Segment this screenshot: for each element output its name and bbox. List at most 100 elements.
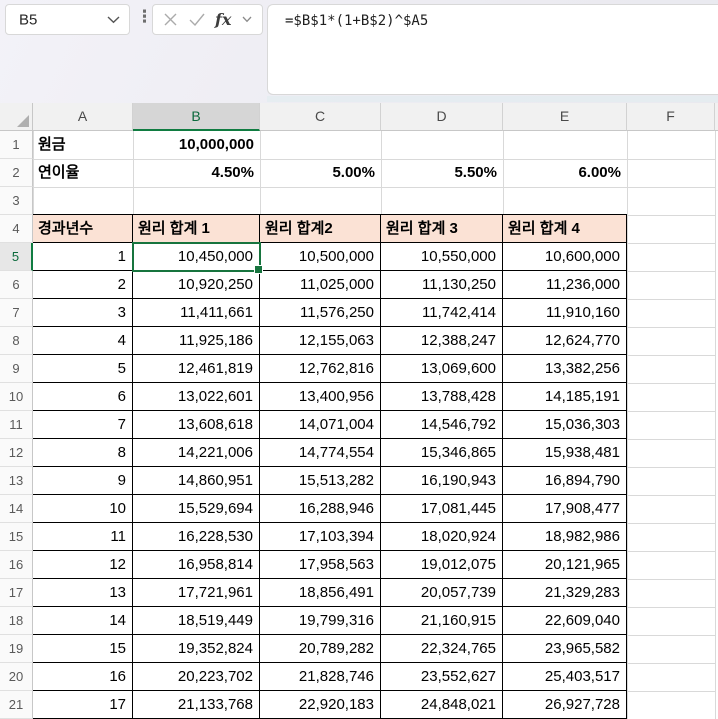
table-cell[interactable]: 24,848,021: [381, 691, 503, 719]
table-cell[interactable]: 16,894,790: [503, 467, 627, 495]
column-header-d[interactable]: D: [381, 103, 503, 131]
column-header-e[interactable]: E: [503, 103, 627, 131]
table-cell[interactable]: 11,925,186: [133, 327, 260, 355]
row-header-10[interactable]: 10: [0, 383, 33, 411]
table-cell[interactable]: 3: [33, 299, 133, 327]
table-cell[interactable]: 20,121,965: [503, 551, 627, 579]
table-cell[interactable]: 11,411,661: [133, 299, 260, 327]
table-cell[interactable]: 10,550,000: [381, 243, 503, 271]
cell-a2[interactable]: 연이율: [33, 159, 133, 187]
table-cell[interactable]: 26,927,728: [503, 691, 627, 719]
table-cell[interactable]: 11,236,000: [503, 271, 627, 299]
table-cell[interactable]: 13,382,256: [503, 355, 627, 383]
formula-bar[interactable]: =$B$1*(1+B$2)^$A5: [267, 4, 718, 95]
cell-b1[interactable]: 10,000,000: [133, 131, 260, 159]
table-header-total-4[interactable]: 원리 합계 4: [503, 215, 627, 243]
table-cell[interactable]: 11,025,000: [260, 271, 381, 299]
table-cell[interactable]: 15,346,865: [381, 439, 503, 467]
row-header-6[interactable]: 6: [0, 271, 33, 299]
row-header-8[interactable]: 8: [0, 327, 33, 355]
table-cell[interactable]: 17,721,961: [133, 579, 260, 607]
table-cell[interactable]: 11,742,414: [381, 299, 503, 327]
table-cell[interactable]: 17,081,445: [381, 495, 503, 523]
row-header-14[interactable]: 14: [0, 495, 33, 523]
table-cell[interactable]: 5: [33, 355, 133, 383]
row-header-5[interactable]: 5: [0, 243, 33, 271]
table-cell[interactable]: 21,329,283: [503, 579, 627, 607]
table-cell[interactable]: 2: [33, 271, 133, 299]
column-header-a[interactable]: A: [33, 103, 133, 131]
table-cell[interactable]: 17: [33, 691, 133, 719]
table-cell[interactable]: 22,609,040: [503, 607, 627, 635]
row-header-12[interactable]: 12: [0, 439, 33, 467]
row-header-15[interactable]: 15: [0, 523, 33, 551]
cell-d2[interactable]: 5.50%: [381, 159, 503, 187]
table-cell[interactable]: 14,071,004: [260, 411, 381, 439]
table-cell[interactable]: 18,982,986: [503, 523, 627, 551]
table-cell[interactable]: 21,828,746: [260, 663, 381, 691]
table-cell[interactable]: 18,856,491: [260, 579, 381, 607]
table-cell[interactable]: 13: [33, 579, 133, 607]
table-cell[interactable]: 13,069,600: [381, 355, 503, 383]
table-cell[interactable]: 19,012,075: [381, 551, 503, 579]
table-cell[interactable]: 13,788,428: [381, 383, 503, 411]
column-header-b[interactable]: B: [133, 103, 260, 131]
column-header-f[interactable]: F: [627, 103, 715, 131]
table-cell[interactable]: 12,762,816: [260, 355, 381, 383]
chevron-down-icon[interactable]: [242, 16, 252, 23]
row-header-19[interactable]: 19: [0, 635, 33, 663]
table-cell[interactable]: 21,133,768: [133, 691, 260, 719]
row-header-4[interactable]: 4: [0, 215, 33, 243]
table-cell[interactable]: 7: [33, 411, 133, 439]
row-header-16[interactable]: 16: [0, 551, 33, 579]
cell-a1[interactable]: 원금: [33, 131, 133, 159]
table-cell[interactable]: 11,910,160: [503, 299, 627, 327]
table-cell[interactable]: 17,908,477: [503, 495, 627, 523]
table-cell[interactable]: 10,500,000: [260, 243, 381, 271]
table-cell[interactable]: 11,576,250: [260, 299, 381, 327]
table-cell[interactable]: 16,228,530: [133, 523, 260, 551]
row-header-17[interactable]: 17: [0, 579, 33, 607]
row-header-3[interactable]: 3: [0, 187, 33, 215]
table-cell[interactable]: 22,920,183: [260, 691, 381, 719]
chevron-down-icon[interactable]: [107, 16, 120, 24]
table-cell[interactable]: 15: [33, 635, 133, 663]
fill-handle[interactable]: [254, 265, 263, 274]
table-cell[interactable]: 12,388,247: [381, 327, 503, 355]
enter-icon[interactable]: [189, 13, 205, 26]
table-cell[interactable]: 12,155,063: [260, 327, 381, 355]
table-header-total-3[interactable]: 원리 합계 3: [381, 215, 503, 243]
table-cell[interactable]: 14: [33, 607, 133, 635]
table-cell[interactable]: 19,799,316: [260, 607, 381, 635]
table-cell[interactable]: 23,552,627: [381, 663, 503, 691]
row-header-21[interactable]: 21: [0, 691, 33, 719]
table-cell[interactable]: 25,403,517: [503, 663, 627, 691]
table-cell[interactable]: 4: [33, 327, 133, 355]
table-cell[interactable]: 17,103,394: [260, 523, 381, 551]
row-header-9[interactable]: 9: [0, 355, 33, 383]
table-cell[interactable]: 22,324,765: [381, 635, 503, 663]
row-header-13[interactable]: 13: [0, 467, 33, 495]
table-cell[interactable]: 15,938,481: [503, 439, 627, 467]
table-cell[interactable]: 16,190,943: [381, 467, 503, 495]
table-cell[interactable]: 11: [33, 523, 133, 551]
name-box[interactable]: B5: [5, 4, 130, 35]
table-cell[interactable]: 16,288,946: [260, 495, 381, 523]
table-cell[interactable]: 11,130,250: [381, 271, 503, 299]
table-cell[interactable]: 17,958,563: [260, 551, 381, 579]
table-cell[interactable]: 13,608,618: [133, 411, 260, 439]
table-cell[interactable]: 16,958,814: [133, 551, 260, 579]
table-cell[interactable]: 20,057,739: [381, 579, 503, 607]
cell-c2[interactable]: 5.00%: [260, 159, 381, 187]
table-cell[interactable]: 19,352,824: [133, 635, 260, 663]
select-all-corner[interactable]: [0, 103, 33, 131]
table-cell[interactable]: 6: [33, 383, 133, 411]
row-header-1[interactable]: 1: [0, 131, 33, 159]
row-header-18[interactable]: 18: [0, 607, 33, 635]
table-cell[interactable]: 13,400,956: [260, 383, 381, 411]
table-cell[interactable]: 15,036,303: [503, 411, 627, 439]
table-cell[interactable]: 20,789,282: [260, 635, 381, 663]
table-cell[interactable]: 14,221,006: [133, 439, 260, 467]
table-cell[interactable]: 20,223,702: [133, 663, 260, 691]
table-header-total-1[interactable]: 원리 합계 1: [133, 215, 260, 243]
